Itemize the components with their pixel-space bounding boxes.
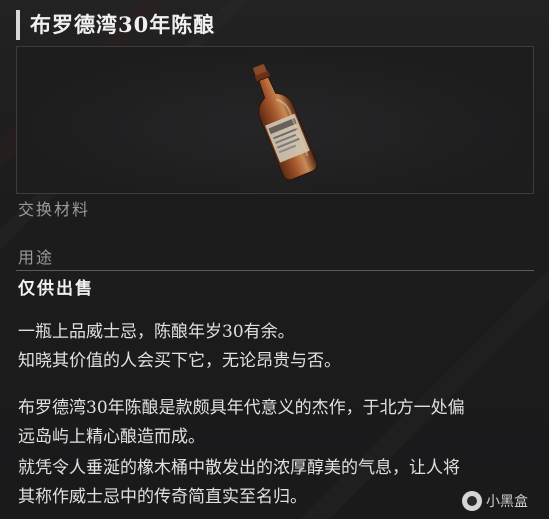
title-accent-bar — [16, 10, 20, 40]
watermark-text: 小黑盒 — [486, 494, 528, 510]
usage-label: 用途 — [18, 248, 55, 267]
description-line: 知晓其价值的人会买下它，无论昂贵与否。 — [18, 351, 341, 371]
item-title: 布罗德湾30年陈酿 — [30, 12, 216, 37]
section-divider — [16, 270, 534, 271]
watermark: 小黑盒 — [462, 490, 528, 512]
heybox-logo-icon — [462, 491, 482, 511]
usage-value: 仅供出售 — [18, 279, 94, 299]
description-line: 其称作威士忌中的传奇简直实至名归。 — [18, 487, 307, 507]
item-image-frame — [16, 46, 534, 194]
description-line: 就凭令人垂涎的橡木桶中散发出的浓厚醇美的气息，让人将 — [18, 458, 460, 478]
description-line: 远岛屿上精心酿造而成。 — [18, 427, 205, 447]
whiskey-bottle-icon — [253, 64, 318, 181]
item-category: 交换材料 — [18, 200, 91, 219]
description-line: 一瓶上品威士忌，陈酿年岁30有余。 — [18, 322, 295, 342]
description-line: 布罗德湾30年陈酿是款颇具年代意义的杰作，于北方一处偏 — [18, 398, 465, 418]
